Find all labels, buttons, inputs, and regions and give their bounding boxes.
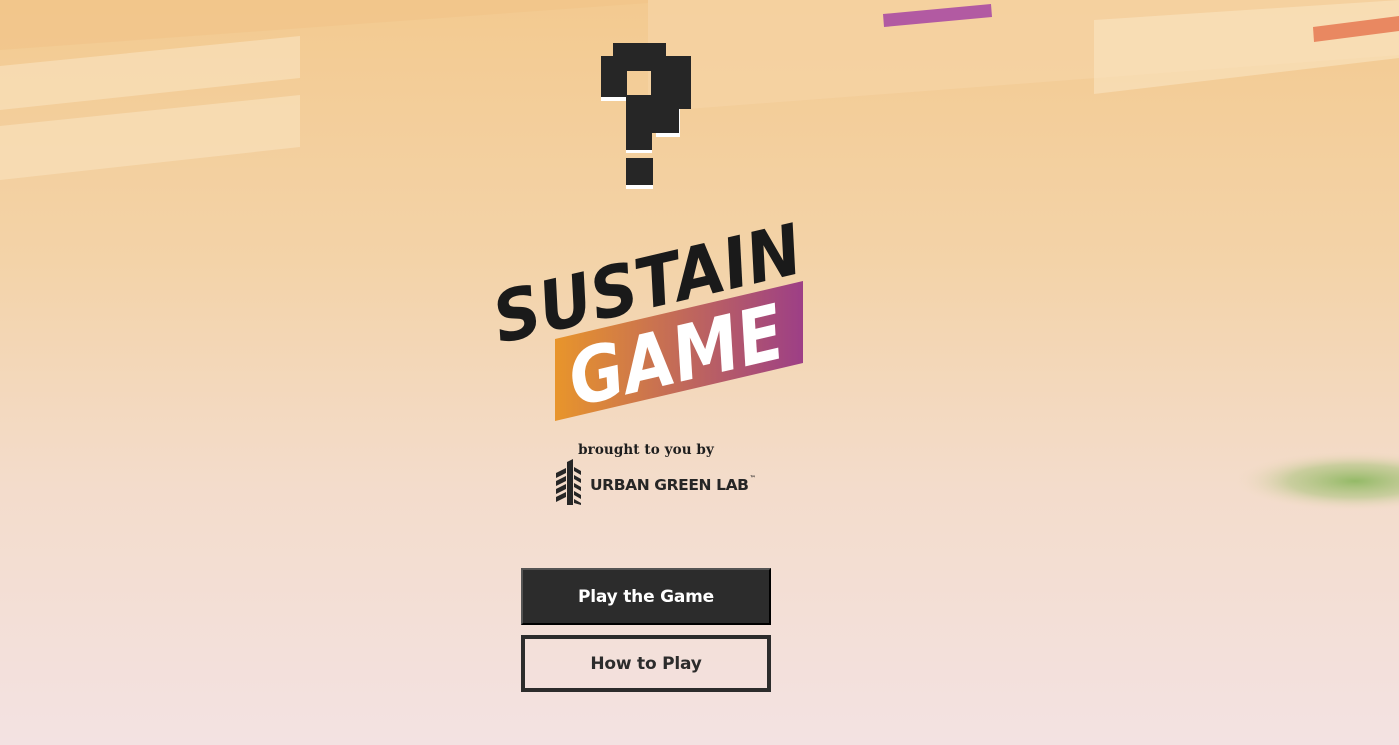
partner-name: URBAN GREEN LAB xyxy=(590,476,749,494)
building-icon xyxy=(556,459,581,505)
pixel-question-mark-icon xyxy=(601,43,691,189)
urban-green-lab-name: URBAN GREEN LAB™ xyxy=(590,475,756,494)
game-title-logo: SUSTAIN GAME xyxy=(486,208,808,423)
credit-text: brought to you by xyxy=(578,442,714,458)
urban-green-lab-logo: URBAN GREEN LAB™ xyxy=(554,459,756,505)
title-screen: SUSTAIN GAME brought to you by URBAN GRE… xyxy=(0,0,1399,745)
play-the-game-button[interactable]: Play the Game xyxy=(521,568,771,625)
how-to-play-button[interactable]: How to Play xyxy=(521,635,771,692)
trademark-mark: ™ xyxy=(749,475,756,482)
